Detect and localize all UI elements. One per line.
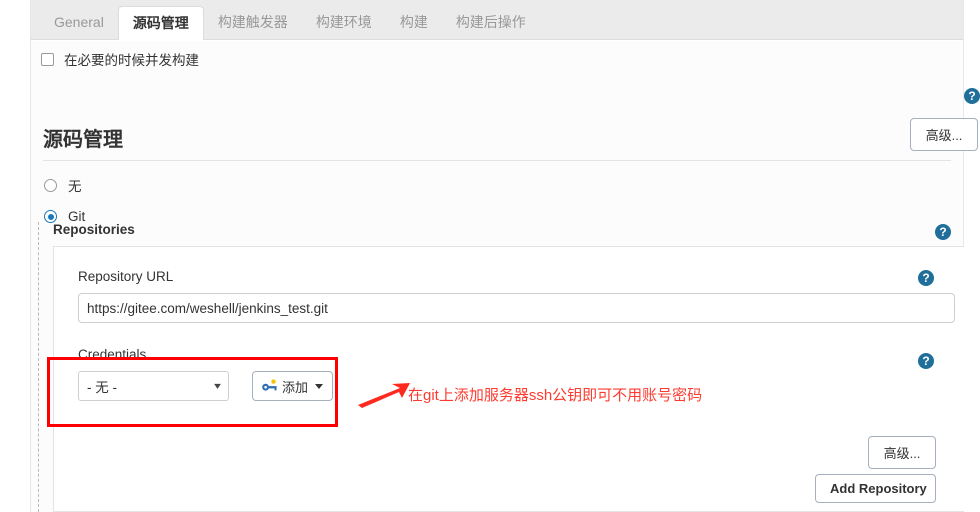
scm-option-none[interactable]: 无	[44, 175, 951, 195]
repositories-help-icon[interactable]: ?	[935, 224, 951, 240]
scm-section: 源码管理 无 Git	[43, 123, 951, 224]
scm-section-divider	[43, 160, 951, 161]
repository-panel: Repository URL Credentials - 无 - ▾ 添加	[53, 246, 964, 512]
repository-url-label: Repository URL	[78, 269, 174, 284]
left-gutter	[0, 0, 31, 512]
annotation-arrow-icon	[358, 383, 410, 408]
annotation-text: 在git上添加服务器ssh公钥即可不用账号密码	[408, 387, 703, 404]
credentials-select[interactable]: - 无 - ▾	[78, 371, 229, 401]
right-gutter	[963, 0, 980, 512]
add-repository-button[interactable]: Add Repository	[815, 474, 936, 503]
concurrent-build-row: 在必要的时候并发构建	[31, 41, 963, 89]
repository-url-help-icon[interactable]: ?	[918, 270, 934, 286]
tab-list: General 源码管理 构建触发器 构建环境 构建 构建后操作	[40, 0, 540, 40]
repository-url-input[interactable]	[78, 293, 955, 323]
credentials-select-value: - 无 -	[87, 380, 117, 395]
scm-radio-none[interactable]	[44, 178, 57, 192]
tab-build[interactable]: 构建	[386, 6, 442, 39]
tab-post-build-actions[interactable]: 构建后操作	[442, 6, 540, 39]
concurrent-build-control[interactable]: 在必要的时候并发构建	[41, 49, 199, 69]
add-credentials-button[interactable]: 添加	[252, 371, 334, 401]
config-tab-bar: General 源码管理 构建触发器 构建环境 构建 构建后操作	[31, 0, 963, 40]
advanced-button-bottom[interactable]: 高级...	[868, 436, 936, 469]
scm-section-title: 源码管理	[43, 129, 123, 151]
credentials-help-icon[interactable]: ?	[918, 353, 934, 369]
scm-radio-none-label: 无	[68, 179, 82, 194]
concurrent-build-checkbox[interactable]	[41, 52, 54, 66]
tab-build-triggers[interactable]: 构建触发器	[204, 6, 302, 39]
concurrent-build-label: 在必要的时候并发构建	[64, 53, 199, 68]
tab-general[interactable]: General	[40, 6, 118, 39]
repositories-label: Repositories	[53, 222, 135, 237]
add-credentials-label: 添加	[282, 379, 309, 395]
key-icon	[262, 379, 277, 391]
credentials-label: Credentials	[78, 347, 147, 362]
tab-build-environment[interactable]: 构建环境	[302, 6, 386, 39]
caret-down-icon	[315, 383, 324, 389]
concurrent-build-help-icon[interactable]: ?	[964, 88, 980, 104]
chevron-down-icon: ▾	[214, 380, 221, 392]
git-scm-block: Repositories ? Repository URL Credential…	[38, 222, 964, 512]
jenkins-job-config-page: General 源码管理 构建触发器 构建环境 构建 构建后操作 在必要的时候并…	[0, 0, 980, 512]
tab-scm[interactable]: 源码管理	[117, 6, 204, 40]
